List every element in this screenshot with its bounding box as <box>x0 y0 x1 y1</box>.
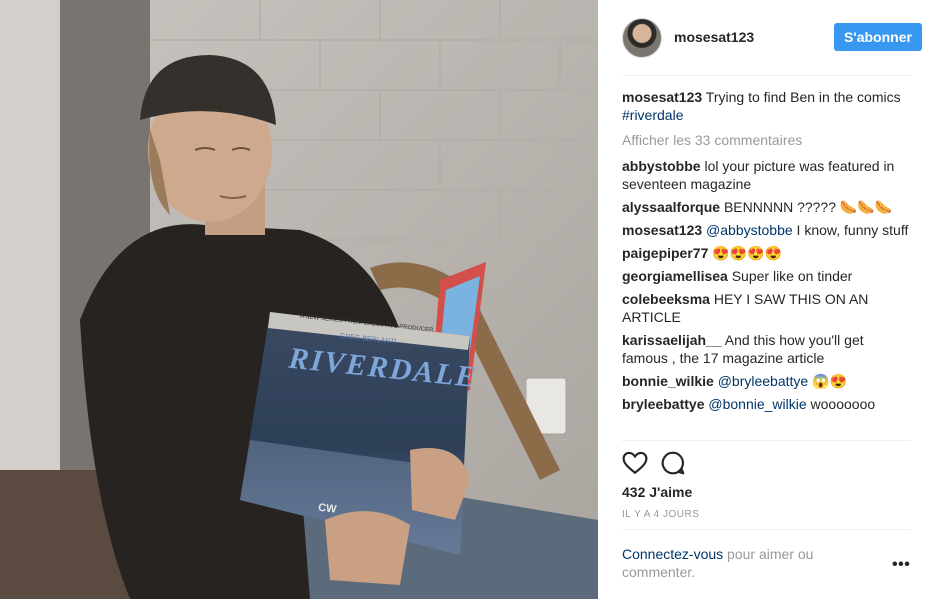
likes-count[interactable]: 432 J'aime <box>622 484 692 500</box>
comment-username[interactable]: paigepiper77 <box>622 245 708 261</box>
comment-text: 😍😍😍😍 <box>708 245 782 261</box>
post-timestamp: IL Y A 4 JOURS <box>622 509 700 520</box>
comment-username[interactable]: colebeeksma <box>622 291 710 307</box>
follow-button[interactable]: S'abonner <box>834 23 922 51</box>
comment-text: I know, funny stuff <box>792 222 909 238</box>
comment-item: bonnie_wilkie @bryleebattye 😱😍 <box>622 372 911 390</box>
login-divider <box>622 529 911 530</box>
comment-text: BENNNNN ????? 🌭🌭🌭 <box>720 199 893 215</box>
comment-username[interactable]: bonnie_wilkie <box>622 373 714 389</box>
login-link[interactable]: Connectez-vous <box>622 546 723 562</box>
comment-text: wooooooo <box>806 396 876 412</box>
comment-mention[interactable]: @bryleebattye <box>714 373 809 389</box>
comment-item: alyssaalforque BENNNNN ????? 🌭🌭🌭 <box>622 198 911 216</box>
header-username[interactable]: mosesat123 <box>674 29 754 45</box>
comment-mention[interactable]: @bonnie_wilkie <box>704 396 806 412</box>
post-caption: mosesat123 Trying to find Ben in the com… <box>622 88 911 124</box>
more-options-button[interactable]: ••• <box>892 557 910 573</box>
comment-username[interactable]: karissaelijah__ <box>622 332 722 348</box>
comment-username[interactable]: bryleebattye <box>622 396 704 412</box>
comment-item: bryleebattye @bonnie_wilkie wooooooo <box>622 395 911 413</box>
avatar[interactable] <box>622 18 662 58</box>
comment-item: mosesat123 @abbystobbe I know, funny stu… <box>622 221 911 239</box>
comment-item: georgiamellisea Super like on tinder <box>622 267 911 285</box>
comments-list[interactable]: mosesat123 Trying to find Ben in the com… <box>622 88 911 440</box>
caption-username[interactable]: mosesat123 <box>622 89 702 105</box>
comment-item: karissaelijah__ And this how you'll get … <box>622 331 911 367</box>
comment-text: 😱😍 <box>808 373 847 389</box>
comment-item: colebeeksma HEY I SAW THIS ON AN ARTICLE <box>622 290 911 326</box>
comment-username[interactable]: alyssaalforque <box>622 199 720 215</box>
book-network-logo: CW <box>318 502 338 516</box>
comment-username[interactable]: abbystobbe <box>622 158 701 174</box>
comment-mention[interactable]: @abbystobbe <box>702 222 793 238</box>
comment-text: Super like on tinder <box>727 268 853 284</box>
comment-item: paigepiper77 😍😍😍😍 <box>622 244 911 262</box>
load-more-comments[interactable]: Afficher les 33 commentaires <box>622 131 911 149</box>
post-sidebar: mosesat123 S'abonner mosesat123 Trying t… <box>598 0 935 599</box>
post-photo[interactable]: RIVERDALE A NEW SERIES FROM EXECUTIVE PR… <box>0 0 598 599</box>
comment-username[interactable]: georgiamellisea <box>622 268 728 284</box>
comment-username[interactable]: mosesat123 <box>622 222 702 238</box>
comment-item: abbystobbe lol your picture was featured… <box>622 157 911 193</box>
caption-hashtag[interactable]: #riverdale <box>622 107 683 123</box>
photo-illustration: RIVERDALE A NEW SERIES FROM EXECUTIVE PR… <box>0 0 598 599</box>
post-frame: RIVERDALE A NEW SERIES FROM EXECUTIVE PR… <box>0 0 935 599</box>
login-prompt: Connectez-vous pour aimer ou commenter. <box>622 545 862 581</box>
comment-icon[interactable] <box>660 450 686 476</box>
heart-icon[interactable] <box>622 450 648 476</box>
post-header: mosesat123 S'abonner <box>622 18 922 58</box>
header-divider <box>622 75 911 76</box>
caption-text: Trying to find Ben in the comics <box>702 89 901 105</box>
actions-divider <box>622 440 911 441</box>
